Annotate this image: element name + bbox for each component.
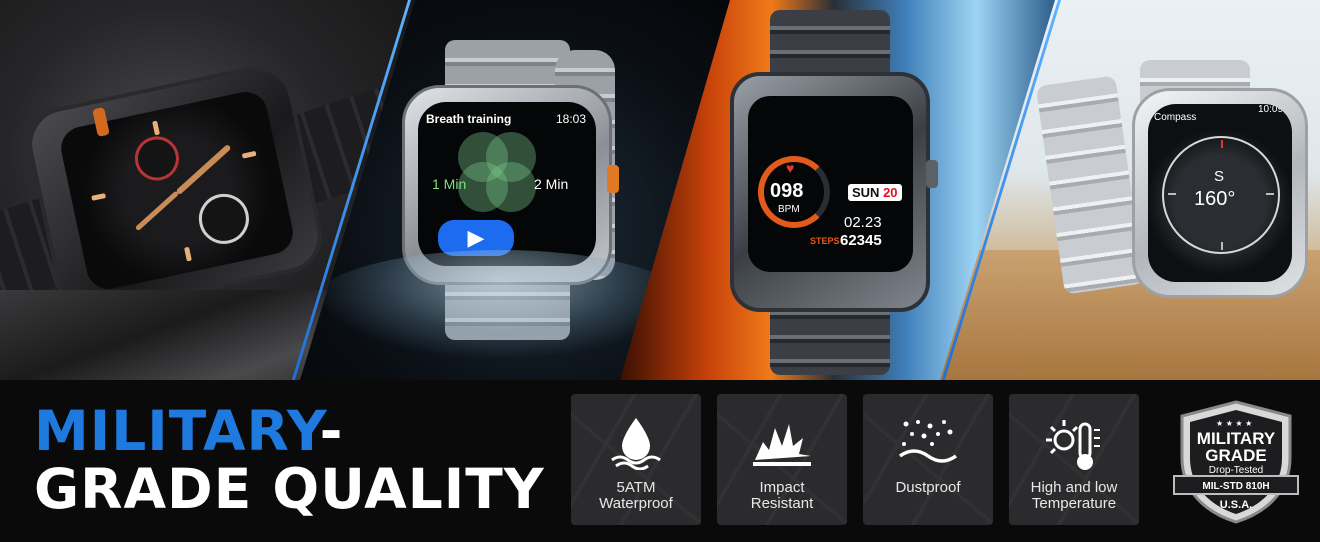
heart-icon: ♥	[786, 160, 795, 176]
badge-line-4: MIL-STD 810H	[1202, 481, 1269, 492]
feature-bar: MILITARY- GRADE QUALITY 5ATM Waterproof …	[0, 380, 1320, 542]
feature-label: Impact Resistant	[750, 479, 814, 512]
badge-line-3: Drop-Tested	[1209, 465, 1263, 476]
impact-burst-icon	[717, 416, 847, 470]
app-title: Compass	[1154, 112, 1197, 123]
screen-time: 18:03	[556, 112, 587, 126]
thermometer-sun-icon	[1009, 416, 1139, 470]
watch-crown	[926, 160, 938, 188]
water-drop-icon	[571, 416, 701, 471]
left-duration-label: 1 Min	[432, 176, 467, 192]
watch-screen: ♥ 098 BPM SUN 20 02.23 STEPS 62345	[748, 96, 913, 272]
feature-label: High and low Temperature	[1030, 479, 1118, 512]
feature-label: Dustproof	[895, 479, 961, 496]
watch-time: 10:09	[1258, 104, 1284, 115]
headline-accent: MILITARY	[34, 399, 320, 463]
headline-dash: -	[319, 399, 344, 463]
shield-badge-icon: ★ ★ ★ ★ MILITARY GRADE Drop-Tested MIL-S…	[1173, 400, 1299, 524]
feature-impact-resistant: Impact Resistant	[717, 394, 847, 525]
product-photo-strip: Breath training 18:03 1 Min 2 Min ▶ ♥ 09…	[0, 0, 1320, 380]
svg-text:★ ★ ★ ★: ★ ★ ★ ★	[1216, 419, 1252, 428]
heart-rate-unit: BPM	[778, 204, 800, 215]
feature-waterproof: 5ATM Waterproof	[571, 394, 701, 525]
feature-label: 5ATM Waterproof	[599, 479, 673, 512]
headline-line-1: MILITARY-	[34, 402, 545, 460]
day-number: 20	[883, 185, 898, 200]
watch-screen: Compass 10:09 S 160°	[1148, 104, 1292, 282]
feature-temperature: High and low Temperature	[1009, 394, 1139, 525]
headline: MILITARY- GRADE QUALITY	[34, 402, 545, 518]
heart-rate-value: 098	[770, 180, 804, 202]
steps-label: STEPS	[810, 236, 840, 246]
compass-direction: S	[1214, 168, 1225, 185]
military-grade-badge: ★ ★ ★ ★ MILITARY GRADE Drop-Tested MIL-S…	[1172, 398, 1300, 526]
day-box: SUN 20	[848, 184, 902, 201]
watch-crown	[607, 165, 619, 193]
right-duration-label: 2 Min	[534, 176, 569, 192]
watch-screen: Breath training 18:03 1 Min 2 Min ▶	[418, 102, 596, 266]
badge-line-5: U.S.A.	[1220, 499, 1252, 511]
date-value: 02.23	[844, 214, 882, 231]
dust-particles-icon	[863, 416, 993, 470]
badge-line-2: GRADE	[1205, 446, 1266, 465]
day-label: SUN	[852, 185, 880, 200]
feature-dustproof: Dustproof	[863, 394, 993, 525]
steps-value: 62345	[840, 232, 882, 249]
screen-title: Breath training	[426, 112, 512, 126]
play-icon: ▶	[467, 225, 485, 250]
compass-heading: 160°	[1194, 188, 1236, 210]
headline-line-2: GRADE QUALITY	[34, 457, 545, 521]
